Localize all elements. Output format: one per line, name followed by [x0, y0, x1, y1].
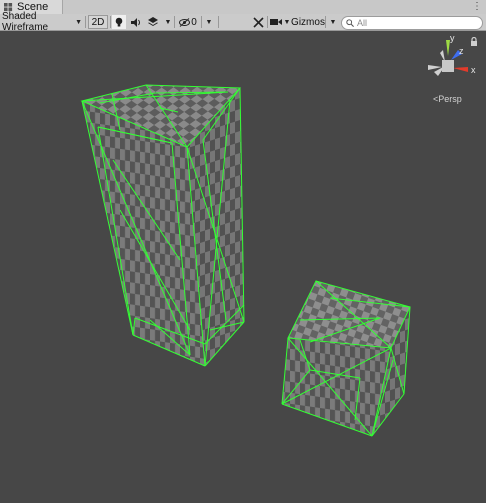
divider [110, 16, 111, 28]
camera-settings-button[interactable] [269, 15, 283, 29]
camera-dropdown[interactable]: ▼ [282, 15, 291, 29]
lighting-toggle-button[interactable] [112, 15, 126, 29]
orientation-gizmo[interactable]: y z x [418, 32, 478, 92]
camera-icon [270, 19, 282, 25]
scene-visibility-button[interactable]: 0 [177, 15, 199, 29]
x-axis-cone[interactable] [453, 67, 468, 72]
projection-label: Persp [438, 94, 462, 104]
draw-mode-dropdown[interactable]: Shaded Wireframe ▼ [2, 11, 82, 33]
divider [85, 16, 86, 28]
divider [201, 16, 202, 28]
small-cube-top-face [288, 281, 410, 348]
z-axis-label: z [459, 46, 464, 56]
chevron-down-icon: ▼ [329, 18, 337, 26]
effects-button[interactable] [146, 15, 160, 29]
draw-mode-label: Shaded Wireframe [2, 11, 49, 33]
small-cube[interactable] [281, 280, 411, 437]
search-field[interactable] [341, 16, 483, 30]
tools-icon [252, 16, 264, 28]
visibility-icon [179, 17, 191, 27]
search-input[interactable] [354, 18, 470, 28]
divider [325, 16, 326, 28]
divider [174, 16, 175, 28]
scene-render[interactable] [0, 31, 486, 500]
visibility-dropdown[interactable]: ▼ [203, 15, 213, 29]
speaker-icon [130, 17, 140, 27]
audio-toggle-button[interactable] [129, 15, 143, 29]
gizmos-button[interactable]: Gizmos [291, 15, 325, 29]
kebab-menu-icon[interactable]: ⋮ [472, 1, 482, 12]
tall-box[interactable] [80, 84, 245, 367]
lightbulb-icon [115, 17, 123, 27]
projection-toggle[interactable]: < Persp [433, 94, 462, 104]
scene-toolbar: Shaded Wireframe ▼ 2D ▼ 0 ▼ ▼ Gizmos ▼ A… [0, 11, 486, 33]
gizmo-center-cube[interactable] [442, 60, 454, 72]
scene-window: Scene ⋮ Shaded Wireframe ▼ 2D ▼ 0 ▼ ▼ Gi… [0, 0, 486, 500]
2d-toggle-label: 2D [91, 16, 105, 28]
divider [218, 16, 219, 28]
y-axis-label: y [450, 33, 455, 43]
effects-icon [147, 17, 158, 26]
axis-gizmo-graphic [428, 40, 468, 76]
chevron-down-icon: ▼ [205, 18, 213, 26]
2d-toggle-button[interactable]: 2D [88, 15, 108, 29]
scene-viewport[interactable]: y z x < Persp [0, 31, 486, 500]
chevron-down-icon: ▼ [75, 18, 82, 26]
divider [267, 16, 268, 28]
small-cube-front-face [282, 338, 391, 436]
tab-bar-controls: ⋮ [472, 1, 482, 12]
chevron-down-icon: ▼ [283, 18, 291, 26]
effects-dropdown[interactable]: ▼ [162, 15, 172, 29]
gizmos-dropdown[interactable]: ▼ [327, 15, 337, 29]
search-icon [346, 19, 354, 27]
hidden-count: 0 [191, 16, 197, 28]
gizmos-label: Gizmos [291, 16, 325, 28]
tools-button[interactable] [251, 15, 265, 29]
chevron-down-icon: ▼ [164, 18, 172, 26]
x-axis-label: x [471, 65, 476, 75]
